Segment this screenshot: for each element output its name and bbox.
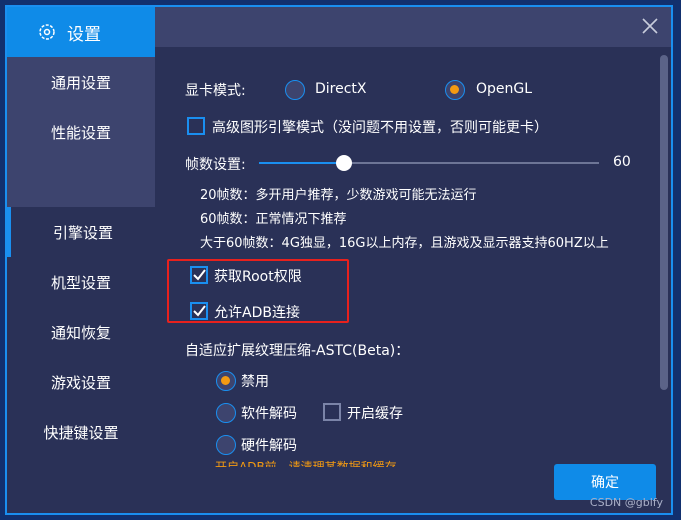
confirm-button[interactable]: 确定 [554, 464, 656, 500]
fps-label: 帧数设置: [185, 157, 246, 173]
radio-astc-software[interactable] [216, 403, 236, 423]
adb-checkbox[interactable] [190, 302, 208, 320]
fps-slider[interactable] [259, 155, 599, 171]
directx-label: DirectX [315, 81, 367, 97]
gear-icon [39, 24, 55, 40]
cache-checkbox[interactable] [323, 403, 341, 421]
radio-astc-hardware[interactable] [216, 435, 236, 455]
root-label: 获取Root权限 [214, 269, 302, 285]
astc-hardware-label: 硬件解码 [241, 438, 297, 454]
sidebar-item-game[interactable]: 游戏设置 [7, 357, 155, 407]
sidebar-lower: 引擎设置 机型设置 通知恢复 游戏设置 快捷键设置 [7, 207, 155, 513]
settings-window: 设置 通用设置 性能设置 引擎设置 机型设置 通知恢复 游戏设置 快捷键设置 显… [5, 5, 673, 515]
advanced-engine-label: 高级图形引擎模式（没问题不用设置，否则可能更卡） [212, 120, 548, 136]
radio-directx[interactable] [285, 80, 305, 100]
radio-astc-disabled[interactable] [216, 371, 236, 391]
fps-note-20: 20帧数：多开用户推荐，少数游戏可能无法运行 [200, 188, 477, 203]
fps-value: 60 [613, 154, 631, 170]
astc-disabled-label: 禁用 [241, 374, 269, 390]
label: 通用设置 [50, 73, 111, 92]
sidebar-item-engine[interactable]: 引擎设置 [7, 207, 155, 257]
label: 引擎设置 [52, 223, 113, 242]
sidebar-item-performance[interactable]: 性能设置 [7, 107, 155, 157]
astc-software-label: 软件解码 [241, 406, 297, 422]
cache-label: 开启缓存 [347, 406, 403, 422]
radio-opengl[interactable] [445, 80, 465, 100]
sidebar: 设置 通用设置 性能设置 引擎设置 机型设置 通知恢复 游戏设置 快捷键设置 [7, 7, 155, 513]
fps-note-above-60: 大于60帧数：4G独显，16G以上内存，且游戏及显示器支持60HZ以上 [200, 236, 609, 251]
adb-label: 允许ADB连接 [214, 305, 300, 321]
title-bar [155, 7, 671, 47]
label: 性能设置 [50, 123, 111, 142]
sidebar-item-shortcuts[interactable]: 快捷键设置 [7, 407, 155, 457]
fps-note-60: 60帧数：正常情况下推荐 [200, 212, 347, 227]
label: 机型设置 [50, 273, 111, 292]
sidebar-item-general[interactable]: 通用设置 [7, 57, 155, 107]
engine-settings-panel: 显卡模式: DirectX OpenGL 高级图形引擎模式（没问题不用设置，否则… [155, 47, 671, 513]
scrollbar[interactable] [660, 55, 668, 390]
gpu-mode-label: 显卡模式: [185, 83, 246, 99]
label: 通知恢复 [50, 323, 111, 342]
opengl-label: OpenGL [476, 81, 533, 97]
label: 游戏设置 [50, 373, 111, 392]
sidebar-item-device[interactable]: 机型设置 [7, 257, 155, 307]
label: 快捷键设置 [43, 423, 119, 442]
sidebar-item-notification[interactable]: 通知恢复 [7, 307, 155, 357]
advanced-engine-checkbox[interactable] [187, 117, 205, 135]
fps-slider-thumb[interactable] [336, 155, 352, 171]
close-icon[interactable] [639, 15, 661, 37]
fps-slider-fill [259, 162, 344, 164]
sidebar-header: 设置 [7, 7, 155, 57]
watermark: CSDN @gblfy [589, 496, 663, 509]
sidebar-title: 设置 [67, 24, 101, 45]
warning-text: 开启ADB前，请清理某数据和缓存 [215, 460, 397, 467]
root-checkbox[interactable] [190, 266, 208, 284]
astc-label: 自适应扩展纹理压缩-ASTC(Beta)： [185, 343, 410, 359]
